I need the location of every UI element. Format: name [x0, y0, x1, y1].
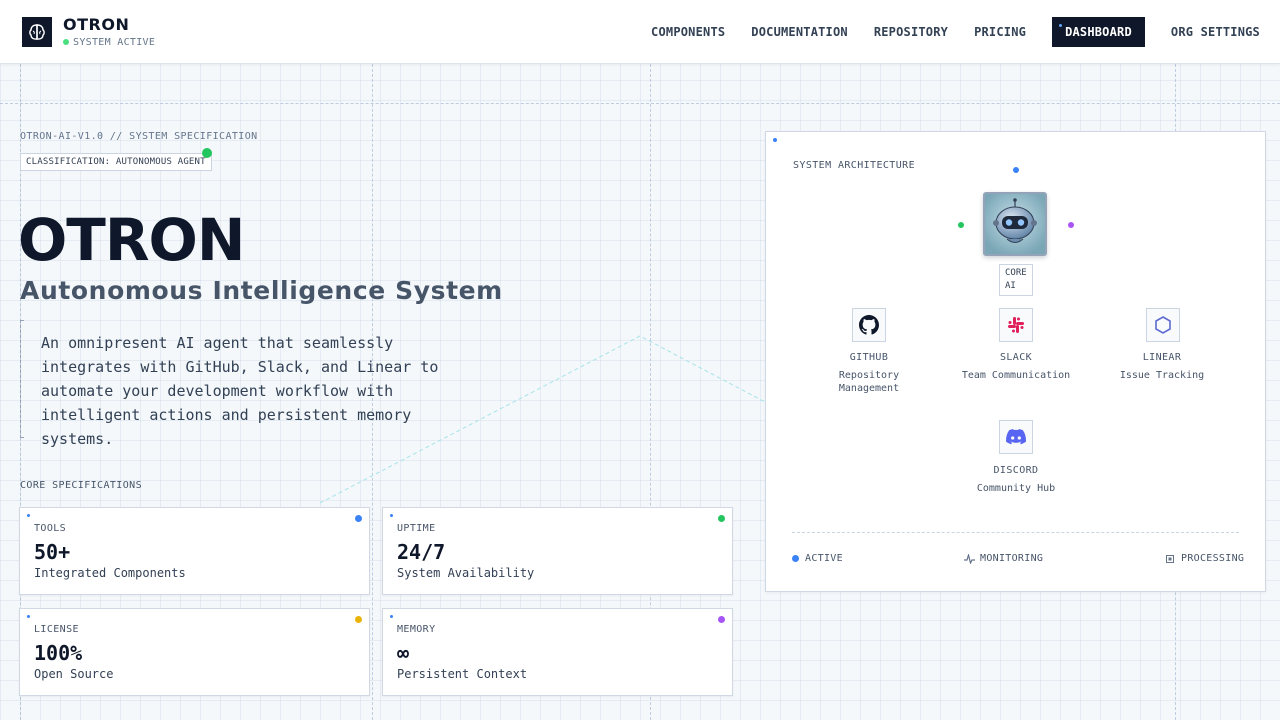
architecture-title: SYSTEM ARCHITECTURE [793, 160, 915, 171]
spec-card-memory: MEMORY ∞ Persistent Context [382, 608, 733, 696]
legend-active: ACTIVE [792, 553, 843, 564]
status-dot-icon [63, 39, 69, 45]
spec-card-uptime: UPTIME 24/7 System Availability [382, 507, 733, 595]
linear-icon[interactable] [1146, 308, 1180, 342]
system-architecture-panel: SYSTEM ARCHITECTURE CORE AI GITHUB Repos… [765, 131, 1266, 592]
brain-logo-icon[interactable] [22, 16, 52, 47]
card-status-dot [355, 616, 362, 623]
card-desc: System Availability [397, 566, 535, 580]
hero-subtitle: Autonomous Intelligence System [20, 276, 503, 305]
cpu-icon [1166, 554, 1174, 563]
card-value: 50+ [34, 540, 71, 564]
hero-description: An omnipresent AI agent that seamlessly … [41, 334, 439, 448]
system-status: SYSTEM ACTIVE [63, 37, 155, 48]
card-value: ∞ [397, 641, 410, 665]
top-navbar: OTRON SYSTEM ACTIVE COMPONENTS DOCUMENTA… [0, 0, 1280, 64]
description-block: An omnipresent AI agent that seamlessly … [20, 320, 500, 448]
nav-components[interactable]: COMPONENTS [651, 25, 725, 39]
github-name: GITHUB [849, 352, 889, 363]
slack-name: SLACK [999, 352, 1033, 363]
card-corner-dot [390, 615, 393, 618]
card-desc: Persistent Context [397, 667, 528, 681]
main-nav: COMPONENTS DOCUMENTATION REPOSITORY PRIC… [625, 16, 1260, 47]
brand-name[interactable]: OTRON [63, 15, 155, 34]
legend-active-label: ACTIVE [805, 553, 843, 564]
core-ai-label: CORE AI [999, 264, 1033, 296]
card-label: UPTIME [397, 523, 436, 534]
card-corner-dot [27, 615, 30, 618]
orbit-dot-blue [1013, 167, 1019, 173]
discord-name: DISCORD [993, 465, 1039, 476]
card-value: 24/7 [397, 540, 446, 564]
card-label: MEMORY [397, 624, 436, 635]
linear-desc: Issue Tracking [1119, 370, 1205, 381]
core-specs-title: CORE SPECIFICATIONS [20, 480, 142, 491]
spec-card-tools: TOOLS 50+ Integrated Components [19, 507, 370, 595]
card-label: LICENSE [34, 624, 79, 635]
card-corner-dot [27, 514, 30, 517]
nav-documentation[interactable]: DOCUMENTATION [751, 25, 848, 39]
core-ai-robot-icon[interactable] [983, 192, 1047, 256]
activity-icon [964, 553, 975, 564]
discord-desc: Community Hub [976, 483, 1056, 494]
nav-pricing[interactable]: PRICING [974, 25, 1026, 39]
linear-name: LINEAR [1142, 352, 1182, 363]
card-corner-dot [390, 514, 393, 517]
nav-org-settings[interactable]: ORG SETTINGS [1171, 25, 1260, 39]
legend-processing: PROCESSING [1165, 553, 1244, 564]
card-status-dot [718, 515, 725, 522]
github-desc: Repository Management [838, 370, 900, 394]
system-status-label: SYSTEM ACTIVE [73, 36, 156, 48]
card-desc: Open Source [34, 667, 114, 681]
active-dot-icon [792, 555, 799, 562]
card-desc: Integrated Components [34, 566, 186, 580]
card-status-dot [355, 515, 362, 522]
hero-title: OTRON [18, 206, 245, 274]
panel-divider [792, 532, 1239, 533]
slack-icon[interactable] [999, 308, 1033, 342]
slack-desc: Team Communication [961, 370, 1071, 381]
classification-status-dot [202, 148, 212, 158]
card-value: 100% [34, 641, 83, 665]
core-label-line-1: CORE [1005, 268, 1027, 278]
legend-processing-label: PROCESSING [1181, 553, 1245, 564]
legend-monitoring: MONITORING [964, 553, 1043, 564]
nav-dashboard[interactable]: DASHBOARD [1052, 16, 1145, 47]
legend-monitoring-label: MONITORING [980, 553, 1044, 564]
nav-repository[interactable]: REPOSITORY [874, 25, 948, 39]
github-icon[interactable] [852, 308, 886, 342]
brand: OTRON SYSTEM ACTIVE [63, 15, 155, 48]
card-label: TOOLS [34, 523, 67, 534]
spec-line: OTRON-AI-V1.0 // SYSTEM SPECIFICATION [20, 131, 258, 142]
classification-badge: CLASSIFICATION: AUTONOMOUS AGENT [20, 153, 212, 171]
card-status-dot [718, 616, 725, 623]
core-label-line-2: AI [1005, 281, 1016, 291]
orbit-dot-green [958, 222, 964, 228]
panel-corner-dot [773, 138, 777, 142]
discord-icon[interactable] [999, 420, 1033, 454]
spec-card-license: LICENSE 100% Open Source [19, 608, 370, 696]
orbit-dot-purple [1068, 222, 1074, 228]
